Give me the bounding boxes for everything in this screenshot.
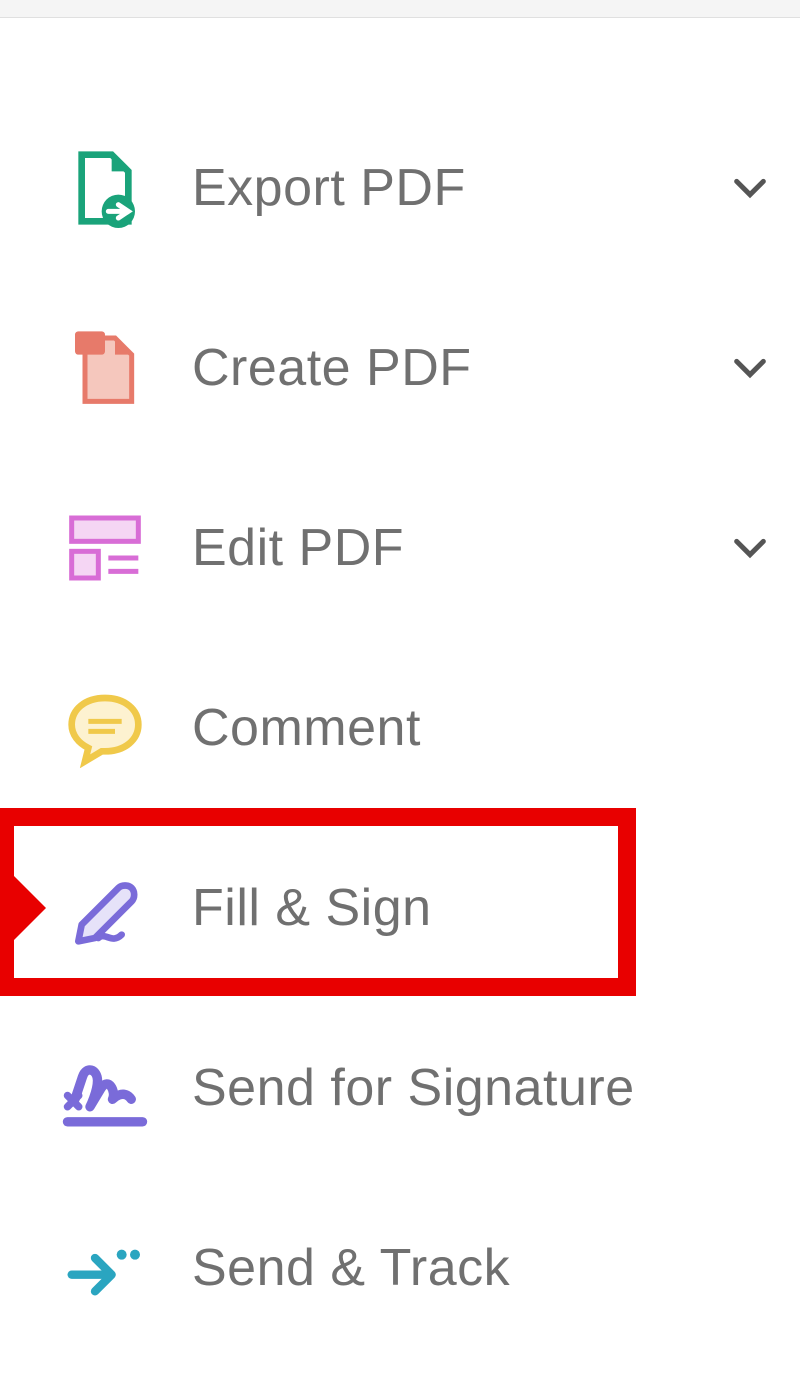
chevron-down-icon — [730, 168, 770, 208]
export-pdf-icon — [60, 143, 150, 233]
chevron-down-icon — [730, 348, 770, 388]
send-signature-icon — [60, 1043, 150, 1133]
top-bar — [0, 0, 800, 18]
send-track-icon — [60, 1223, 150, 1313]
tool-edit-pdf[interactable]: Edit PDF — [0, 458, 800, 638]
arrow-right-icon — [0, 858, 46, 958]
tools-panel: Export PDF Create PDF Edit — [0, 18, 800, 1358]
tool-label: Edit PDF — [192, 518, 730, 578]
create-pdf-icon — [60, 323, 150, 413]
tool-label: Fill & Sign — [192, 878, 770, 938]
tool-label: Create PDF — [192, 338, 730, 398]
tool-comment[interactable]: Comment — [0, 638, 800, 818]
comment-icon — [60, 683, 150, 773]
tool-create-pdf[interactable]: Create PDF — [0, 278, 800, 458]
tool-fill-sign[interactable]: Fill & Sign — [0, 818, 800, 998]
tool-label: Send for Signature — [192, 1058, 770, 1118]
tool-export-pdf[interactable]: Export PDF — [0, 98, 800, 278]
chevron-down-icon — [730, 528, 770, 568]
fill-sign-icon — [60, 863, 150, 953]
tool-send-signature[interactable]: Send for Signature — [0, 998, 800, 1178]
tool-label: Comment — [192, 698, 770, 758]
tool-label: Export PDF — [192, 158, 730, 218]
edit-pdf-icon — [60, 503, 150, 593]
tool-send-track[interactable]: Send & Track — [0, 1178, 800, 1358]
tool-label: Send & Track — [192, 1238, 770, 1298]
